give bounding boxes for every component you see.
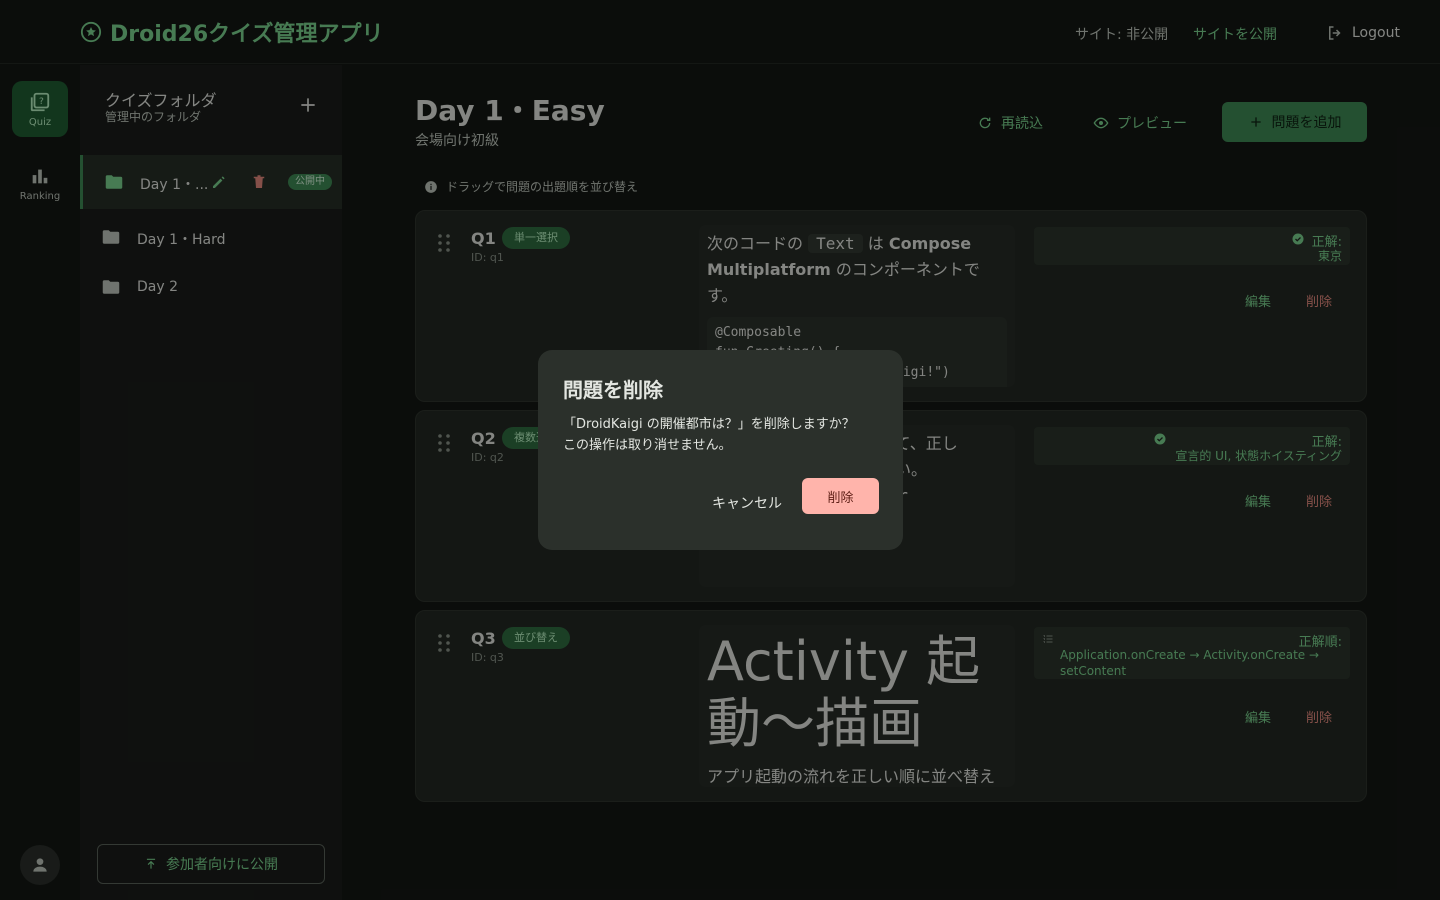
dialog-message-line: 「DroidKaigi の開催都市は？」を削除しますか？ — [563, 417, 855, 432]
dialog-message: 「DroidKaigi の開催都市は？」を削除しますか？ この操作は取り消せませ… — [563, 414, 855, 456]
dialog-title: 問題を削除 — [563, 378, 663, 402]
dialog-message-line: この操作は取り消せません。 — [563, 438, 732, 453]
delete-question-dialog: 問題を削除 「DroidKaigi の開催都市は？」を削除しますか？ この操作は… — [538, 350, 903, 550]
confirm-delete-button[interactable]: 削除 — [802, 478, 879, 514]
cancel-button[interactable]: キャンセル — [712, 493, 782, 513]
